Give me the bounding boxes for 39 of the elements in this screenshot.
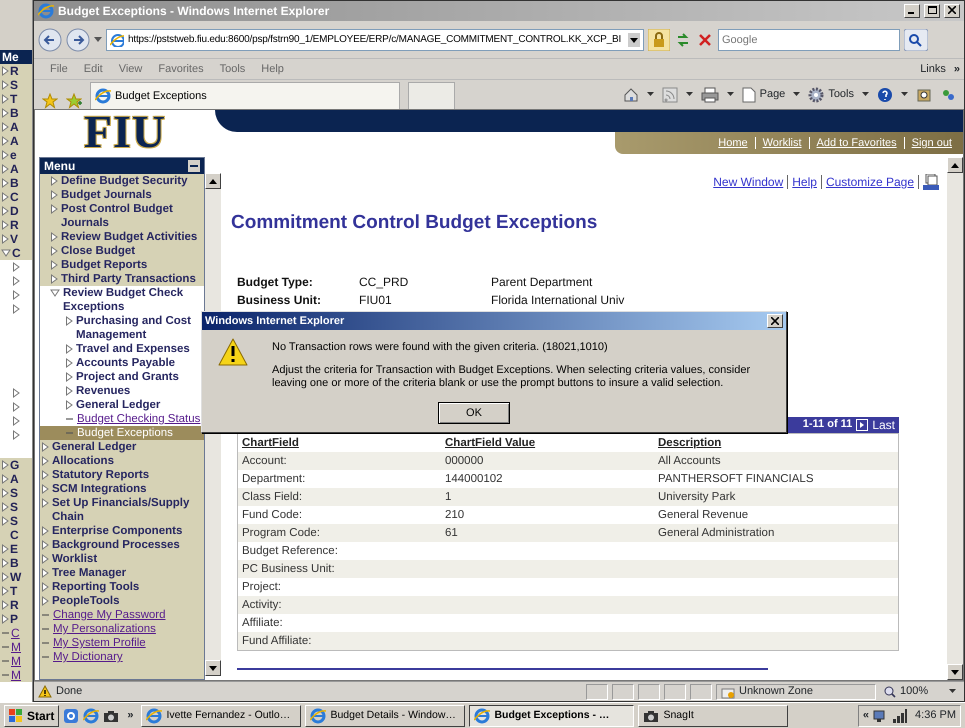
field-label: Business Unit:	[237, 294, 322, 306]
table-cell: 000000	[445, 454, 484, 466]
status-text: Done	[56, 684, 84, 700]
table-cell: All Accounts	[658, 454, 721, 466]
page-title: Commitment Control Budget Exceptions	[231, 211, 598, 235]
table-cell: Class Field:	[242, 490, 302, 502]
table-cell: 1	[445, 490, 452, 502]
window-title: Budget Exceptions - Windows Internet Explorer	[58, 3, 330, 20]
security-zone: Unknown Zone	[739, 684, 813, 700]
table-cell: PANTHERSOFT FINANCIALS	[658, 472, 814, 484]
table-cell: Affiliate:	[242, 616, 283, 628]
table-cell: General Revenue	[658, 508, 748, 520]
dialog-detail: Adjust the criteria for Transaction with Budget Exceptions. When selecting criteria values, consider leaving one or more of the criteria blank or use the prompt buttons to insure a valid selection.	[272, 364, 752, 390]
table-cell: University Park	[658, 490, 736, 502]
table-cell: Project:	[242, 580, 281, 592]
dialog-message: No Transaction rows were found with the given criteria. (18021,1010)	[272, 341, 609, 354]
logo: FIU	[84, 110, 166, 157]
table-cell: Activity:	[242, 598, 282, 610]
table-cell: General Administration	[658, 526, 774, 538]
table-cell: 144000102	[445, 472, 503, 484]
menu-title: Menu	[44, 158, 76, 175]
field-description: Florida International Univ	[491, 294, 624, 306]
table-cell: 61	[445, 526, 458, 538]
field-label: Budget Type:	[237, 276, 314, 288]
table-cell: Account:	[242, 454, 287, 466]
table-cell: Fund Code:	[242, 508, 302, 520]
table-cell: Budget Reference:	[242, 544, 338, 556]
table-cell: Fund Affiliate:	[242, 634, 312, 646]
clock: 4:36 PM	[915, 708, 956, 724]
grid-range: 1-11 of 11	[802, 417, 852, 432]
field-value: CC_PRD	[359, 276, 410, 288]
table-cell: Department:	[242, 472, 306, 484]
table-cell: Program Code:	[242, 526, 320, 538]
field-value: FIU01	[359, 294, 393, 306]
table-cell: PC Business Unit:	[242, 562, 335, 574]
table-cell: 210	[445, 508, 464, 520]
menu-title: Me	[0, 50, 32, 64]
dialog-title: Windows Internet Explorer	[205, 314, 344, 329]
field-description: Parent Department	[491, 276, 592, 288]
